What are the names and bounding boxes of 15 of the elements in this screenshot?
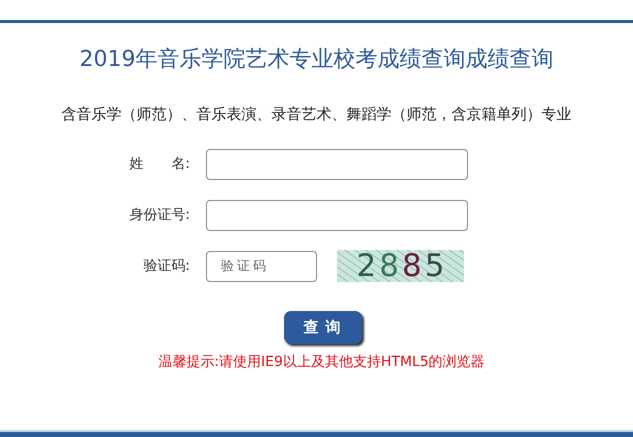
query-button[interactable]: 查 询 (284, 311, 362, 344)
subtitle: 含音乐学（师范）、音乐表演、录音艺术、舞蹈学（师范，含京籍单列）专业 (60, 104, 572, 125)
field-label: 身份证号: (128, 206, 191, 224)
captcha-character: 8 (379, 250, 399, 282)
text-field[interactable] (206, 148, 468, 180)
field-label: 姓 名: (128, 155, 191, 173)
page-title: 2019年音乐学院艺术专业校考成绩查询成绩查询 (78, 46, 554, 74)
captcha-character: 8 (402, 250, 422, 282)
captcha-image[interactable]: 2 8 8 5 (337, 250, 464, 282)
text-field[interactable] (206, 200, 468, 230)
field-label: 验证码: (142, 257, 191, 275)
captcha-character: 5 (424, 250, 444, 282)
captcha-character: 2 (356, 250, 376, 282)
notice-text: 温馨提示:请使用IE9以上及其他支持HTML5的浏览器 (157, 353, 486, 371)
captcha-field[interactable]: 验证码 (206, 250, 317, 282)
